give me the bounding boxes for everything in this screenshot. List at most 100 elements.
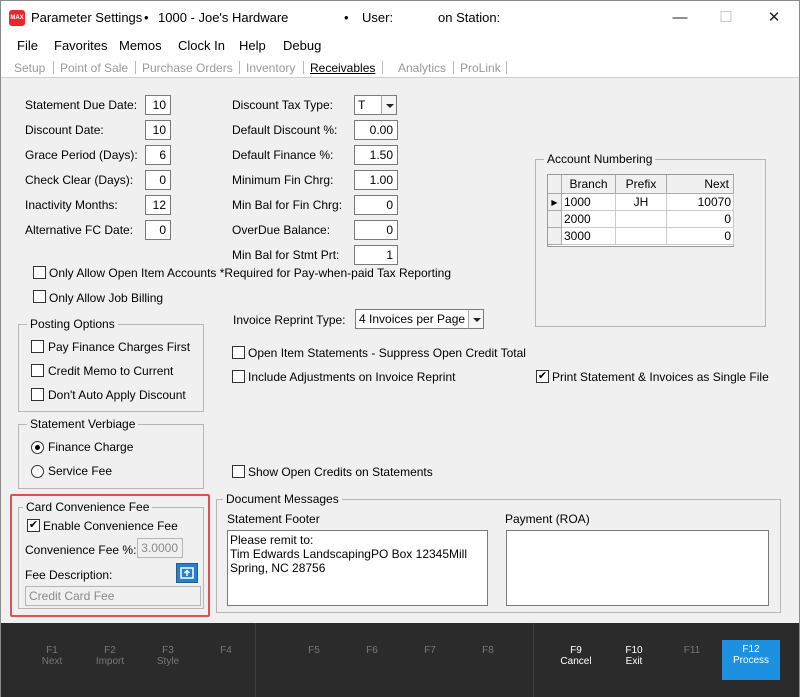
finance-charge-label: Finance Charge — [48, 440, 134, 454]
f2-import-button[interactable]: F2 Import — [81, 645, 139, 667]
tab-separator — [453, 61, 454, 74]
fkey-action: Style — [156, 656, 180, 667]
overdue-balance-label: OverDue Balance: — [232, 223, 331, 237]
invoice-reprint-dropdown-icon[interactable] — [468, 309, 484, 329]
column-header-prefix[interactable]: Prefix — [616, 175, 667, 194]
fkey-action: Next — [41, 656, 63, 667]
menu-memos[interactable]: Memos — [119, 38, 162, 53]
open-item-accounts-checkbox[interactable] — [33, 266, 46, 279]
grace-period-input[interactable]: 6 — [145, 145, 171, 165]
alternative-fc-date-label: Alternative FC Date: — [25, 223, 134, 237]
no-auto-apply-discount-checkbox[interactable] — [31, 388, 44, 401]
f4-button[interactable]: F4 — [197, 645, 255, 656]
fkey-label: F11 — [683, 645, 701, 656]
finance-charge-radio[interactable] — [31, 441, 44, 454]
service-fee-radio[interactable] — [31, 465, 44, 478]
f5-button[interactable]: F5 — [285, 645, 343, 656]
f1-next-button[interactable]: F1 Next — [23, 645, 81, 667]
cell-branch[interactable]: 3000 — [562, 228, 616, 245]
cell-branch[interactable]: 2000 — [562, 211, 616, 228]
tab-separator — [303, 61, 304, 74]
tab-separator — [53, 61, 54, 74]
tab-purchase-orders[interactable]: Purchase Orders — [142, 61, 233, 75]
f6-button[interactable]: F6 — [343, 645, 401, 656]
invoice-reprint-type-select[interactable]: 4 Invoices per Page — [355, 309, 469, 329]
fkey-label: F9 — [570, 645, 582, 656]
menu-bar: File Favorites Memos Clock In Help Debug — [1, 34, 799, 58]
cell-prefix[interactable] — [616, 211, 667, 228]
print-single-file-checkbox[interactable]: ✔ — [536, 370, 549, 383]
minimum-fin-chrg-input[interactable]: 1.00 — [354, 170, 398, 190]
pay-finance-first-checkbox[interactable] — [31, 340, 44, 353]
column-header-branch[interactable]: Branch — [562, 175, 616, 194]
fkey-action: Process — [732, 655, 770, 666]
f10-exit-button[interactable]: F10 Exit — [605, 645, 663, 667]
min-bal-stmt-prt-input[interactable]: 1 — [354, 245, 398, 265]
fkey-label: F10 — [625, 645, 643, 656]
min-bal-fin-chrg-input[interactable]: 0 — [354, 195, 398, 215]
fkey-label: F3 — [162, 645, 174, 656]
job-billing-label: Only Allow Job Billing — [49, 291, 164, 305]
menu-debug[interactable]: Debug — [283, 38, 321, 53]
check-clear-input[interactable]: 0 — [145, 170, 171, 190]
f12-process-button[interactable]: F12 Process — [722, 640, 780, 680]
menu-clock-in[interactable]: Clock In — [178, 38, 225, 53]
inactivity-months-input[interactable]: 12 — [145, 195, 171, 215]
default-finance-label: Default Finance %: — [232, 148, 334, 162]
discount-tax-type-dropdown-icon[interactable] — [381, 95, 397, 115]
close-button[interactable]: ✕ — [751, 1, 797, 34]
station-label: on Station: — [438, 10, 501, 25]
job-billing-checkbox[interactable] — [33, 290, 46, 303]
column-header-next[interactable]: Next — [667, 175, 734, 194]
fkey-label: F12 — [742, 644, 760, 655]
fkey-action: Cancel — [560, 656, 592, 667]
card-fee-highlight-box — [10, 494, 210, 617]
f9-cancel-button[interactable]: F9 Cancel — [547, 645, 605, 667]
tab-prolink[interactable]: ProLink — [460, 61, 501, 75]
overdue-balance-input[interactable]: 0 — [354, 220, 398, 240]
default-finance-input[interactable]: 1.50 — [354, 145, 398, 165]
credit-memo-current-checkbox[interactable] — [31, 364, 44, 377]
bullet-separator-1: • — [144, 10, 149, 25]
menu-favorites[interactable]: Favorites — [54, 38, 107, 53]
credit-memo-current-label: Credit Memo to Current — [48, 364, 174, 378]
include-adjustments-checkbox[interactable] — [232, 370, 245, 383]
posting-options-title: Posting Options — [27, 317, 118, 331]
f7-button[interactable]: F7 — [401, 645, 459, 656]
statement-verbiage-group: Statement Verbiage Finance Charge Servic… — [18, 417, 204, 489]
cell-next[interactable]: 0 — [667, 228, 734, 245]
function-key-bar: F1 Next F2 Import F3 Style F4 F5 F6 F7 F8 F… — [1, 623, 799, 697]
menu-file[interactable]: File — [17, 38, 38, 53]
maximize-button[interactable]: ☐ — [703, 1, 749, 34]
cell-next[interactable]: 0 — [667, 211, 734, 228]
tab-analytics[interactable]: Analytics — [398, 61, 446, 75]
statement-footer-textarea[interactable]: Please remit to: Tim Edwards Landscaping… — [227, 530, 488, 606]
account-numbering-grid[interactable]: Branch Prefix Next ▶ 1000 JH 10070 2000 … — [547, 174, 734, 247]
suppress-open-credit-checkbox[interactable] — [232, 346, 245, 359]
suppress-open-credit-label: Open Item Statements - Suppress Open Cre… — [248, 346, 526, 360]
fkey-action: Exit — [625, 656, 643, 667]
tab-receivables[interactable]: Receivables — [310, 61, 375, 75]
tab-setup[interactable]: Setup — [14, 61, 45, 75]
tab-point-of-sale[interactable]: Point of Sale — [60, 61, 128, 75]
f8-button[interactable]: F8 — [459, 645, 517, 656]
f3-style-button[interactable]: F3 Style — [139, 645, 197, 667]
default-discount-input[interactable]: 0.00 — [354, 120, 398, 140]
cell-branch[interactable]: 1000 — [562, 194, 616, 211]
show-open-credits-checkbox[interactable] — [232, 465, 245, 478]
tab-bar: Setup Point of Sale Purchase Orders Inve… — [1, 58, 799, 78]
cell-next[interactable]: 10070 — [667, 194, 734, 211]
alternative-fc-date-input[interactable]: 0 — [145, 220, 171, 240]
statement-due-date-input[interactable]: 10 — [145, 95, 171, 115]
fkey-label: F2 — [104, 645, 116, 656]
cell-prefix[interactable] — [616, 228, 667, 245]
payment-roa-textarea[interactable] — [506, 530, 769, 606]
discount-date-input[interactable]: 10 — [145, 120, 171, 140]
discount-tax-type-select[interactable]: T — [354, 95, 382, 115]
menu-help[interactable]: Help — [239, 38, 266, 53]
tab-separator — [135, 61, 136, 74]
cell-prefix[interactable]: JH — [616, 194, 667, 211]
tab-inventory[interactable]: Inventory — [246, 61, 295, 75]
minimize-button[interactable]: — — [657, 1, 703, 34]
f11-button[interactable]: F11 — [663, 645, 721, 656]
